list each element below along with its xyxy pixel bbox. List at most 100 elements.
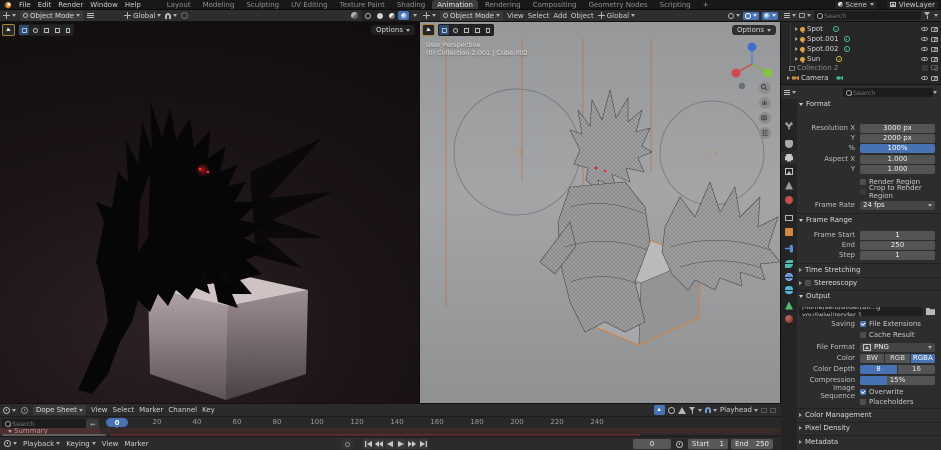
material-preview-icon[interactable] xyxy=(351,12,358,19)
compression-slider[interactable]: 15% xyxy=(860,376,935,385)
stereoscopy-panel-header[interactable]: Stereoscopy xyxy=(799,279,857,287)
overwrite-checkbox[interactable] xyxy=(860,389,866,395)
options-button[interactable]: Options xyxy=(371,25,415,35)
tab-material[interactable] xyxy=(781,312,797,325)
select-box-button[interactable] xyxy=(19,25,29,35)
frame-end-field[interactable]: End250 xyxy=(731,439,773,449)
resolution-x-field[interactable]: 3000 px xyxy=(860,124,935,133)
tab-layout[interactable]: Layout xyxy=(162,0,196,9)
select-box-button[interactable] xyxy=(439,25,449,35)
tab-tool[interactable] xyxy=(781,119,797,132)
tab-object-data[interactable] xyxy=(781,299,797,312)
wireframe-dragon-center[interactable] xyxy=(540,90,652,332)
menu-add[interactable]: Add xyxy=(553,12,567,20)
camera-data-icon[interactable] xyxy=(836,76,843,81)
filter-icon[interactable] xyxy=(924,12,931,19)
render-visibility-icon[interactable] xyxy=(931,57,938,62)
proportional-edit-icon[interactable] xyxy=(668,407,675,414)
outliner-search-input[interactable] xyxy=(824,12,918,20)
active-tool-button[interactable] xyxy=(2,24,15,36)
tab-output[interactable] xyxy=(781,151,797,164)
menu-view[interactable]: View xyxy=(507,12,524,20)
depth-16-button[interactable]: 16 xyxy=(898,365,935,374)
tab-object[interactable] xyxy=(781,225,797,238)
ghost-frames-icon[interactable] xyxy=(21,407,28,414)
play-button[interactable] xyxy=(396,439,406,449)
tab-rendering[interactable]: Rendering xyxy=(480,0,526,9)
shading-solid-button[interactable] xyxy=(374,11,385,20)
wireframe-dragon-right[interactable] xyxy=(662,182,780,290)
gizmos-toggle[interactable] xyxy=(728,13,740,19)
frame-step-field[interactable]: 1 xyxy=(860,251,935,260)
pixel-density-panel-header[interactable]: Pixel Density xyxy=(799,424,850,432)
render-visibility-icon[interactable] xyxy=(931,65,938,70)
time-stretching-panel-header[interactable]: Time Stretching xyxy=(799,266,860,274)
dope-sheet-mode-dropdown[interactable]: Dope Sheet xyxy=(33,405,86,415)
outliner-row-spot-002[interactable]: Spot.002 xyxy=(781,44,941,54)
aspect-y-field[interactable]: 1.000 xyxy=(860,165,935,174)
hide-eye-icon[interactable] xyxy=(921,27,928,32)
tab-world[interactable] xyxy=(781,193,797,206)
menu-view[interactable]: View xyxy=(91,406,108,414)
spot-light-origin[interactable] xyxy=(513,148,521,156)
tab-animation[interactable]: Animation xyxy=(432,0,478,9)
shading-wireframe-button[interactable] xyxy=(362,11,373,20)
select-circle-button[interactable] xyxy=(30,25,40,35)
menu-edit[interactable]: Edit xyxy=(38,1,52,9)
color-bw-button[interactable]: BW xyxy=(860,354,884,363)
editor-type-button[interactable] xyxy=(3,12,16,19)
crop-render-region-checkbox[interactable] xyxy=(860,189,866,195)
filter-button[interactable] xyxy=(689,407,702,414)
shading-dropdown[interactable] xyxy=(413,14,417,17)
menu-view[interactable]: View xyxy=(102,440,119,448)
menu-channel[interactable]: Channel xyxy=(168,406,197,414)
outliner-row-collection-2[interactable]: Collection 2 xyxy=(781,63,941,73)
axis-negative-handle[interactable] xyxy=(739,83,745,89)
display-mode-button[interactable] xyxy=(799,13,811,18)
render-region-checkbox[interactable] xyxy=(860,179,866,185)
overlays-toggle[interactable] xyxy=(743,12,759,20)
select-lasso-button[interactable] xyxy=(461,25,471,35)
add-workspace-button[interactable]: + xyxy=(698,0,714,9)
menu-help[interactable]: Help xyxy=(125,1,141,9)
mode-selector[interactable]: Object Mode xyxy=(440,11,503,21)
collection-checkbox[interactable] xyxy=(922,65,928,71)
tab-view-layer[interactable] xyxy=(781,165,797,178)
jump-to-end-button[interactable] xyxy=(418,439,428,449)
menu-key[interactable]: Key xyxy=(202,406,215,414)
render-visibility-icon[interactable] xyxy=(931,76,938,81)
frame-rate-dropdown[interactable]: 24 fps xyxy=(860,201,935,210)
hide-eye-icon[interactable] xyxy=(921,76,928,81)
placeholders-checkbox[interactable] xyxy=(860,399,866,405)
editor-type-button[interactable] xyxy=(784,90,796,95)
frame-range-panel-header[interactable]: Frame Range xyxy=(799,216,852,224)
frame-start-field[interactable]: Start1 xyxy=(688,439,728,449)
metadata-panel-header[interactable]: Metadata xyxy=(799,438,838,446)
file-extensions-checkbox[interactable] xyxy=(860,321,866,327)
right-3d-viewport[interactable]: Options User Perspective (0) Collection … xyxy=(420,22,781,403)
spot-data-icon[interactable] xyxy=(844,36,850,42)
keying-menu[interactable]: Keying xyxy=(66,440,96,448)
use-preview-range-icon[interactable] xyxy=(676,441,683,448)
auto-keying-button[interactable] xyxy=(341,439,353,449)
shading-button[interactable] xyxy=(762,12,778,20)
snapping-button[interactable] xyxy=(165,13,177,19)
annotate-tool-button[interactable] xyxy=(63,25,73,35)
depth-8-button[interactable]: 8 xyxy=(860,365,897,374)
folder-browse-icon[interactable] xyxy=(926,307,935,315)
properties-search-input[interactable] xyxy=(853,89,930,97)
menu-select[interactable]: Select xyxy=(528,12,550,20)
hide-eye-icon[interactable] xyxy=(921,57,928,62)
axis-x-handle[interactable] xyxy=(732,69,741,78)
mode-selector[interactable]: Object Mode xyxy=(20,11,83,21)
file-format-dropdown[interactable]: PNG xyxy=(860,343,935,352)
shading-material-button[interactable] xyxy=(386,11,397,20)
menu-select[interactable]: Select xyxy=(113,406,135,414)
resolution-y-field[interactable]: 2000 px xyxy=(860,134,935,143)
render-visibility-icon[interactable] xyxy=(931,47,938,52)
output-panel-header[interactable]: Output xyxy=(799,292,830,300)
transform-orientation[interactable]: Global xyxy=(598,12,635,20)
hide-eye-icon[interactable] xyxy=(921,47,928,52)
collapsed-menus-icon[interactable] xyxy=(87,13,94,18)
proportional-edit-icon[interactable] xyxy=(181,12,188,19)
